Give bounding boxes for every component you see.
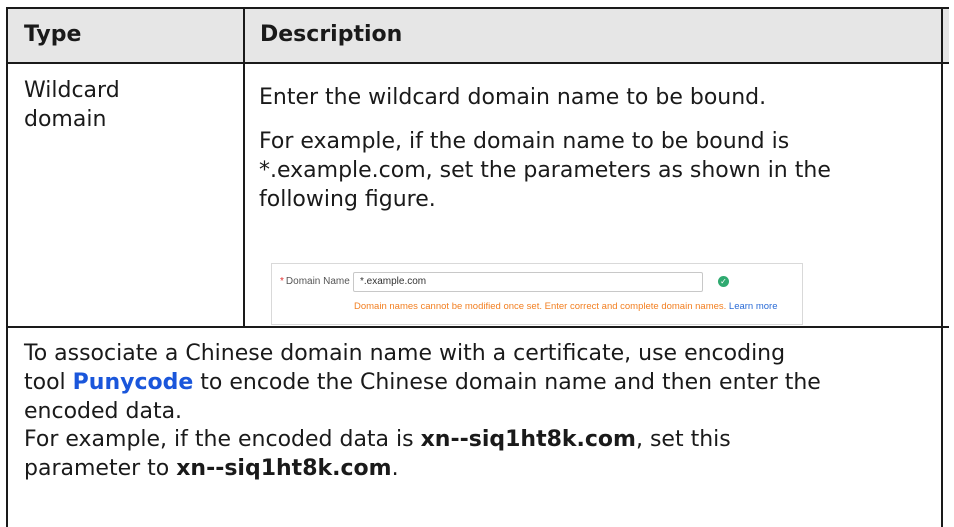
domain-hint-text: Domain names cannot be modified once set… [354, 301, 727, 312]
para-text: For example, if the encoded data is [24, 427, 421, 452]
punycode-link[interactable]: Punycode [73, 370, 194, 395]
table-header: Type Description [6, 7, 949, 62]
desc-line: *.example.com, set the parameters as sho… [259, 158, 831, 183]
encoded-example-paragraph: For example, if the encoded data is xn--… [24, 425, 731, 483]
table-border-left [6, 7, 8, 527]
para-text: . [391, 456, 399, 481]
para-text: to encode the Chinese domain name and th… [193, 370, 821, 395]
desc-paragraph: For example, if the domain name to be bo… [259, 127, 831, 214]
domain-name-input: *.example.com [353, 272, 703, 292]
type-cell: Wildcard domain [24, 76, 120, 134]
para-line: For example, if the encoded data is xn--… [24, 425, 731, 454]
para-text: tool [24, 370, 73, 395]
table-border-top [6, 7, 949, 9]
type-line: domain [24, 107, 107, 132]
para-text: , set this [635, 427, 731, 452]
type-line: Wildcard [24, 78, 120, 103]
para-line: encoded data. [24, 399, 183, 424]
table-border-right [941, 7, 943, 527]
domain-name-figure: * Domain Name *.example.com ✓ Domain name… [271, 263, 803, 325]
required-mark: * [280, 276, 284, 287]
chinese-domain-paragraph: To associate a Chinese domain name with … [24, 339, 821, 426]
desc-line: For example, if the domain name to be bo… [259, 129, 790, 154]
learn-more-link: Learn more [728, 301, 778, 312]
desc-line: Enter the wildcard domain name to be bou… [259, 85, 767, 110]
parameter-table: Type Description Wildcard domain Enter t… [6, 7, 949, 527]
domain-name-label-text: Domain Name [285, 276, 350, 287]
encoded-value: xn--siq1ht8k.com [420, 427, 636, 452]
header-divider [6, 62, 949, 64]
column-divider [243, 7, 245, 327]
check-circle-icon: ✓ [718, 276, 729, 287]
para-text: parameter to [24, 456, 177, 481]
para-line: tool Punycode to encode the Chinese doma… [24, 368, 821, 397]
encoded-value: xn--siq1ht8k.com [176, 456, 392, 481]
para-line: parameter to xn--siq1ht8k.com. [24, 454, 731, 483]
para-line: To associate a Chinese domain name with … [24, 341, 786, 366]
header-description: Description [260, 22, 403, 47]
header-type: Type [24, 22, 82, 47]
desc-line: following figure. [259, 187, 436, 212]
domain-hint: Domain names cannot be modified once set… [354, 301, 778, 312]
domain-name-label: * Domain Name [280, 276, 350, 287]
row-divider [6, 326, 949, 328]
